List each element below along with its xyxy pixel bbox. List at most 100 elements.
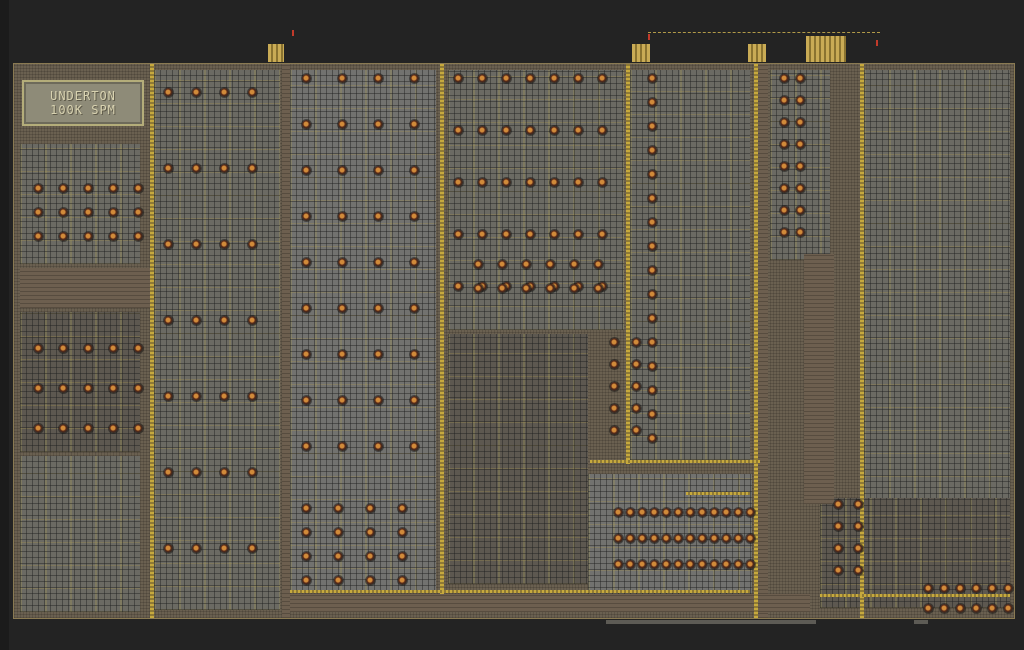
furnace-icon[interactable] xyxy=(662,508,671,517)
furnace-icon[interactable] xyxy=(710,534,719,543)
furnace-icon[interactable] xyxy=(84,384,93,393)
furnace-icon[interactable] xyxy=(454,230,463,239)
furnace-icon[interactable] xyxy=(550,230,559,239)
furnace-icon[interactable] xyxy=(550,126,559,135)
furnace-icon[interactable] xyxy=(410,212,419,221)
furnace-icon[interactable] xyxy=(410,304,419,313)
furnace-icon[interactable] xyxy=(780,162,789,171)
furnace-icon[interactable] xyxy=(338,396,347,405)
furnace-icon[interactable] xyxy=(302,576,311,585)
furnace-icon[interactable] xyxy=(84,232,93,241)
furnace-icon[interactable] xyxy=(988,604,997,613)
furnace-icon[interactable] xyxy=(302,442,311,451)
furnace-icon[interactable] xyxy=(924,604,933,613)
furnace-icon[interactable] xyxy=(248,88,257,97)
furnace-icon[interactable] xyxy=(302,74,311,83)
furnace-icon[interactable] xyxy=(648,362,657,371)
furnace-icon[interactable] xyxy=(972,584,981,593)
furnace-icon[interactable] xyxy=(302,258,311,267)
furnace-icon[interactable] xyxy=(248,240,257,249)
furnace-icon[interactable] xyxy=(796,118,805,127)
furnace-icon[interactable] xyxy=(134,424,143,433)
furnace-icon[interactable] xyxy=(722,508,731,517)
furnace-icon[interactable] xyxy=(134,384,143,393)
furnace-icon[interactable] xyxy=(796,206,805,215)
furnace-icon[interactable] xyxy=(780,140,789,149)
furnace-icon[interactable] xyxy=(698,508,707,517)
circuit-block-lower[interactable] xyxy=(448,334,588,584)
furnace-icon[interactable] xyxy=(498,284,507,293)
furnace-icon[interactable] xyxy=(574,74,583,83)
furnace-icon[interactable] xyxy=(648,218,657,227)
furnace-icon[interactable] xyxy=(626,534,635,543)
furnace-icon[interactable] xyxy=(502,74,511,83)
furnace-icon[interactable] xyxy=(334,552,343,561)
furnace-icon[interactable] xyxy=(374,304,383,313)
furnace-icon[interactable] xyxy=(648,410,657,419)
furnace-icon[interactable] xyxy=(59,424,68,433)
furnace-icon[interactable] xyxy=(398,504,407,513)
furnace-icon[interactable] xyxy=(546,260,555,269)
furnace-icon[interactable] xyxy=(626,508,635,517)
furnace-icon[interactable] xyxy=(220,164,229,173)
furnace-icon[interactable] xyxy=(610,338,619,347)
furnace-icon[interactable] xyxy=(398,552,407,561)
map-viewport[interactable]: UNDERTON 100K SPM xyxy=(0,0,1024,650)
furnace-icon[interactable] xyxy=(338,258,347,267)
train-stop-icon[interactable] xyxy=(748,44,766,62)
furnace-icon[interactable] xyxy=(192,316,201,325)
furnace-icon[interactable] xyxy=(454,74,463,83)
furnace-icon[interactable] xyxy=(570,284,579,293)
furnace-icon[interactable] xyxy=(302,212,311,221)
furnace-icon[interactable] xyxy=(650,508,659,517)
furnace-icon[interactable] xyxy=(220,88,229,97)
furnace-icon[interactable] xyxy=(632,426,641,435)
furnace-icon[interactable] xyxy=(302,120,311,129)
furnace-icon[interactable] xyxy=(302,504,311,513)
furnace-icon[interactable] xyxy=(502,178,511,187)
furnace-icon[interactable] xyxy=(334,504,343,513)
furnace-icon[interactable] xyxy=(374,166,383,175)
furnace-icon[interactable] xyxy=(338,74,347,83)
furnace-icon[interactable] xyxy=(796,96,805,105)
furnace-icon[interactable] xyxy=(134,184,143,193)
furnace-icon[interactable] xyxy=(574,230,583,239)
furnace-icon[interactable] xyxy=(192,240,201,249)
furnace-icon[interactable] xyxy=(526,126,535,135)
furnace-icon[interactable] xyxy=(686,508,695,517)
furnace-icon[interactable] xyxy=(698,534,707,543)
furnace-icon[interactable] xyxy=(338,304,347,313)
furnace-icon[interactable] xyxy=(638,534,647,543)
furnace-icon[interactable] xyxy=(302,350,311,359)
furnace-icon[interactable] xyxy=(192,544,201,553)
furnace-icon[interactable] xyxy=(674,560,683,569)
furnace-icon[interactable] xyxy=(594,284,603,293)
factory-label-plate[interactable]: UNDERTON 100K SPM xyxy=(22,80,144,126)
furnace-icon[interactable] xyxy=(84,208,93,217)
furnace-icon[interactable] xyxy=(302,528,311,537)
furnace-icon[interactable] xyxy=(410,396,419,405)
furnace-icon[interactable] xyxy=(526,230,535,239)
furnace-icon[interactable] xyxy=(780,96,789,105)
furnace-icon[interactable] xyxy=(648,290,657,299)
furnace-icon[interactable] xyxy=(164,544,173,553)
furnace-icon[interactable] xyxy=(598,230,607,239)
furnace-icon[interactable] xyxy=(594,260,603,269)
furnace-icon[interactable] xyxy=(220,468,229,477)
furnace-icon[interactable] xyxy=(686,534,695,543)
furnace-icon[interactable] xyxy=(59,184,68,193)
furnace-icon[interactable] xyxy=(598,126,607,135)
furnace-icon[interactable] xyxy=(648,98,657,107)
furnace-icon[interactable] xyxy=(610,382,619,391)
furnace-icon[interactable] xyxy=(780,118,789,127)
furnace-icon[interactable] xyxy=(650,534,659,543)
furnace-icon[interactable] xyxy=(84,184,93,193)
furnace-icon[interactable] xyxy=(34,232,43,241)
furnace-icon[interactable] xyxy=(734,508,743,517)
furnace-icon[interactable] xyxy=(722,534,731,543)
furnace-icon[interactable] xyxy=(698,560,707,569)
furnace-icon[interactable] xyxy=(780,74,789,83)
furnace-icon[interactable] xyxy=(109,424,118,433)
furnace-icon[interactable] xyxy=(626,560,635,569)
furnace-icon[interactable] xyxy=(746,534,755,543)
